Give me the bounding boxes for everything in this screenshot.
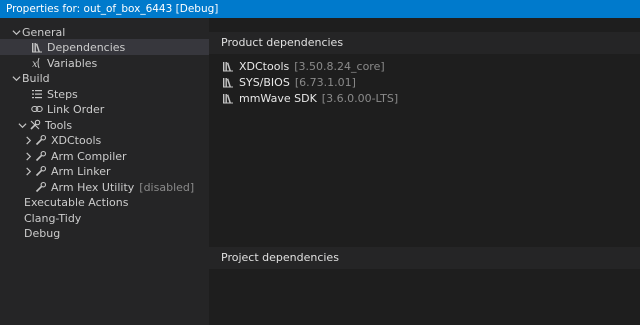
dependency-version: [6.73.1.01]: [294, 75, 356, 89]
dependency-name: mmWave SDK: [239, 91, 317, 105]
chevron-down-icon[interactable]: [16, 117, 28, 133]
tree-item-arm-hex-utility[interactable]: Arm Hex Utility [disabled]: [0, 179, 209, 195]
dependency-item[interactable]: XDCtools [3.50.8.24_core]: [221, 58, 385, 74]
dependency-item[interactable]: SYS/BIOS [6.73.1.01]: [221, 74, 356, 90]
product-dependencies-header: Product dependencies: [209, 32, 640, 54]
wrench-icon: [34, 180, 48, 194]
tree-item-executable-actions[interactable]: Executable Actions: [0, 194, 209, 210]
details-panel: Product dependencies XDCtools [3.50.8.24…: [209, 18, 640, 325]
tree-label-dependencies: Dependencies: [47, 40, 126, 54]
tree-label-arm-linker: Arm Linker: [51, 164, 111, 178]
tree-label-tools: Tools: [45, 118, 73, 132]
dependency-name: SYS/BIOS: [239, 75, 290, 89]
settings-tree: General Dependencies x Variables Build S…: [0, 18, 209, 325]
svg-text:x: x: [32, 59, 38, 69]
disabled-status-label: [disabled]: [139, 180, 195, 194]
tree-item-xdctools[interactable]: XDCtools: [0, 132, 209, 148]
tree-item-arm-compiler[interactable]: Arm Compiler: [0, 148, 209, 164]
tree-label-arm-compiler: Arm Compiler: [51, 149, 127, 163]
tree-item-arm-linker[interactable]: Arm Linker: [0, 163, 209, 179]
library-icon: [221, 91, 235, 105]
tree-item-general[interactable]: General: [0, 24, 209, 40]
tree-label-executable-actions: Executable Actions: [24, 195, 129, 209]
tree-item-clang-tidy[interactable]: Clang-Tidy: [0, 210, 209, 226]
wrench-icon: [34, 149, 48, 163]
tree-label-clang-tidy: Clang-Tidy: [24, 211, 82, 225]
library-icon: [221, 75, 235, 89]
wrench-icon: [34, 164, 48, 178]
tree-label-build: Build: [22, 71, 50, 85]
window-title: Properties for: out_of_box_6443 [Debug]: [0, 0, 640, 18]
tree-label-arm-hex-utility: Arm Hex Utility: [51, 180, 135, 194]
chevron-right-icon[interactable]: [22, 148, 34, 164]
tree-item-link-order[interactable]: Link Order: [0, 101, 209, 117]
tree-label-general: General: [22, 25, 66, 39]
tree-item-variables[interactable]: x Variables: [0, 55, 209, 71]
dependency-item[interactable]: mmWave SDK [3.6.0.00-LTS]: [221, 90, 398, 106]
tree-item-debug[interactable]: Debug: [0, 225, 209, 241]
chevron-down-icon[interactable]: [10, 24, 22, 40]
tree-label-variables: Variables: [47, 56, 98, 70]
chevron-right-icon[interactable]: [22, 163, 34, 179]
tree-label-link-order: Link Order: [47, 102, 105, 116]
dependency-version: [3.6.0.00-LTS]: [321, 91, 399, 105]
list-steps-icon: [30, 87, 44, 101]
wrench-icon: [34, 133, 48, 147]
project-dependencies-header: Project dependencies: [209, 247, 640, 269]
link-icon: [30, 102, 44, 116]
variable-icon: x: [30, 56, 44, 70]
tree-item-build[interactable]: Build: [0, 70, 209, 86]
tree-label-steps: Steps: [47, 87, 78, 101]
library-icon: [221, 59, 235, 73]
dependency-name: XDCtools: [239, 59, 290, 73]
tree-item-tools[interactable]: Tools: [0, 117, 209, 133]
chevron-right-icon[interactable]: [22, 132, 34, 148]
tree-item-steps[interactable]: Steps: [0, 86, 209, 102]
dependency-version: [3.50.8.24_core]: [294, 59, 385, 73]
tools-icon: [28, 118, 42, 132]
tree-item-dependencies[interactable]: Dependencies: [0, 39, 209, 55]
tree-label-debug: Debug: [24, 226, 61, 240]
tree-label-xdctools: XDCtools: [51, 133, 102, 147]
library-icon: [30, 40, 44, 54]
chevron-down-icon[interactable]: [10, 70, 22, 86]
